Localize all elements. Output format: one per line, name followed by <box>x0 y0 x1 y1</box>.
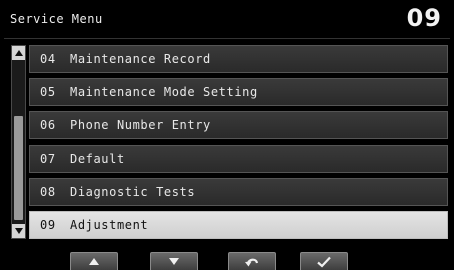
up-button[interactable] <box>70 252 118 270</box>
menu-item-number: 08 <box>40 184 56 199</box>
back-icon <box>245 258 259 266</box>
header-divider <box>4 38 450 39</box>
scroll-up-icon <box>14 50 23 56</box>
service-menu-screen: Service Menu 09 04 Maintenance Record 05… <box>0 0 454 270</box>
menu-item-number: 09 <box>40 217 56 232</box>
arrow-up-icon <box>89 258 99 265</box>
menu-item-maintenance-record[interactable]: 04 Maintenance Record <box>29 45 448 73</box>
menu-item-diagnostic-tests[interactable]: 08 Diagnostic Tests <box>29 177 448 206</box>
header: Service Menu 09 <box>0 0 454 40</box>
page-title: Service Menu <box>10 12 103 26</box>
scroll-thumb[interactable] <box>14 116 23 220</box>
menu-item-number: 04 <box>40 52 56 66</box>
scroll-down-icon <box>14 228 23 234</box>
scrollbar[interactable] <box>11 45 26 239</box>
menu-item-number: 07 <box>40 151 56 166</box>
arrow-down-icon <box>169 258 179 265</box>
menu-item-label: Maintenance Mode Setting <box>70 85 258 100</box>
menu-list: 04 Maintenance Record 05 Maintenance Mod… <box>29 45 448 244</box>
menu-item-number: 05 <box>40 85 56 100</box>
back-button[interactable] <box>228 252 276 270</box>
menu-item-default[interactable]: 07 Default <box>29 144 448 173</box>
scroll-down-button[interactable] <box>12 224 25 238</box>
menu-item-label: Phone Number Entry <box>70 118 211 133</box>
menu-item-phone-number-entry[interactable]: 06 Phone Number Entry <box>29 111 448 140</box>
menu-item-label: Adjustment <box>70 217 149 232</box>
menu-item-label: Maintenance Record <box>70 52 211 66</box>
menu-item-adjustment[interactable]: 09 Adjustment <box>29 210 448 239</box>
menu-item-maintenance-mode-setting[interactable]: 05 Maintenance Mode Setting <box>29 78 448 107</box>
screen-code: 09 <box>406 4 442 32</box>
down-button[interactable] <box>150 252 198 270</box>
check-icon <box>317 256 331 268</box>
footer-toolbar <box>0 248 454 270</box>
menu-item-label: Diagnostic Tests <box>70 184 196 199</box>
scroll-up-button[interactable] <box>12 46 25 60</box>
menu-item-label: Default <box>70 151 125 166</box>
menu-item-number: 06 <box>40 118 56 133</box>
confirm-button[interactable] <box>300 252 348 270</box>
